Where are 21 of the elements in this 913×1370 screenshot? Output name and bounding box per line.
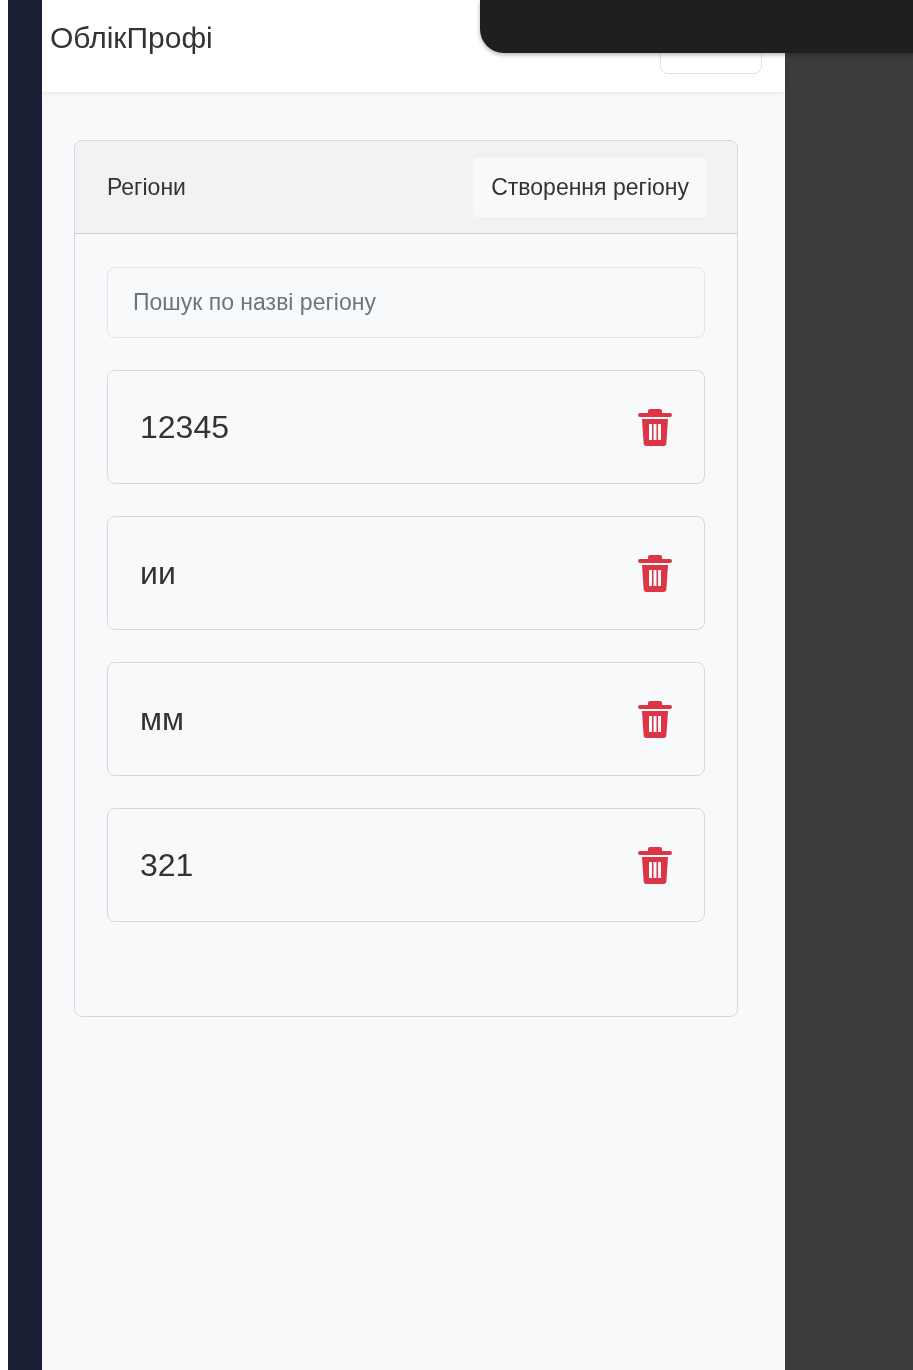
region-item[interactable]: ии — [107, 516, 705, 630]
search-field[interactable]: Пошук по назві регіону — [107, 267, 705, 338]
region-item[interactable]: мм — [107, 662, 705, 776]
trash-icon — [638, 845, 672, 885]
app-title: ОблікПрофі — [50, 20, 213, 56]
delete-button[interactable] — [638, 699, 672, 739]
card-title: Регіони — [107, 172, 186, 202]
trash-icon — [638, 553, 672, 593]
region-item[interactable]: 12345 — [107, 370, 705, 484]
region-item[interactable]: 321 — [107, 808, 705, 922]
create-region-button[interactable]: Створення регіону — [473, 157, 707, 217]
region-name: 321 — [140, 846, 194, 885]
region-name: 12345 — [140, 408, 229, 447]
toggle-button[interactable] — [660, 53, 762, 74]
delete-button[interactable] — [638, 407, 672, 447]
trash-icon — [638, 699, 672, 739]
region-name: ии — [140, 554, 176, 593]
delete-button[interactable] — [638, 845, 672, 885]
region-name: мм — [140, 700, 184, 739]
delete-button[interactable] — [638, 553, 672, 593]
trash-icon — [638, 407, 672, 447]
